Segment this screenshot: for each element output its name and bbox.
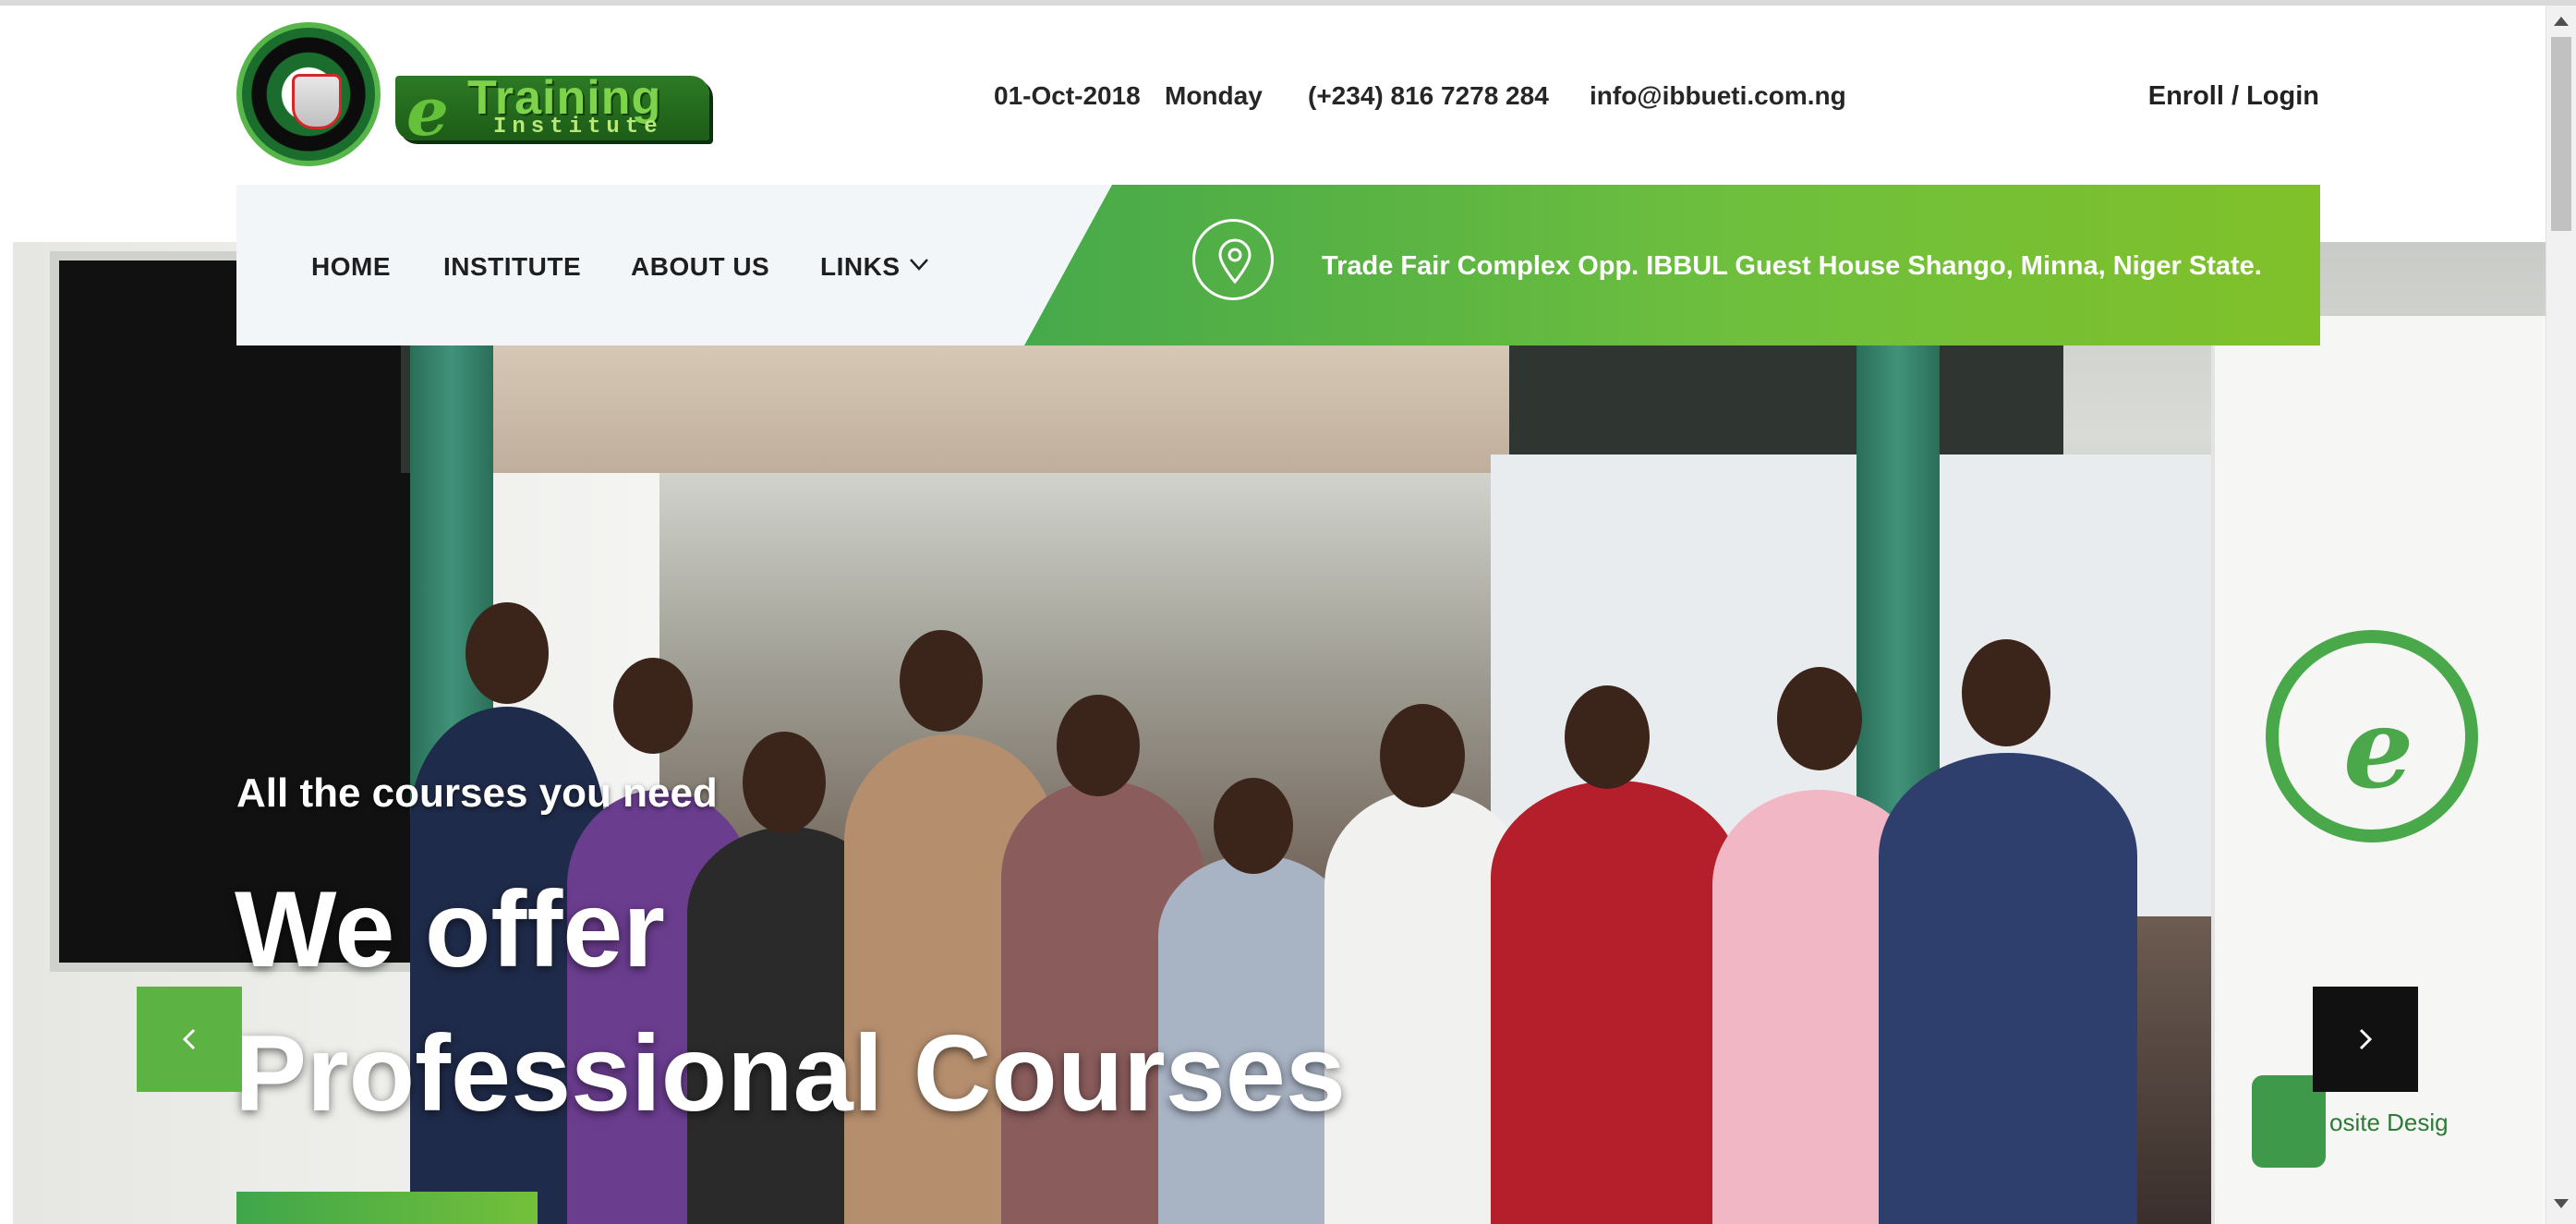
map-pin-icon	[1192, 219, 1274, 300]
person-head	[743, 732, 826, 833]
university-seal	[236, 22, 381, 166]
slider-next-button[interactable]	[2313, 987, 2418, 1092]
person-head	[613, 658, 693, 754]
hero-ceiling	[493, 344, 1509, 473]
banner-e-glyph: e	[2343, 684, 2414, 814]
nav-about-us[interactable]: ABOUT US	[631, 252, 769, 282]
enroll-login-link[interactable]: Enroll / Login	[2148, 81, 2319, 112]
chevron-left-icon	[182, 1028, 196, 1050]
chevron-right-icon	[2359, 1028, 2373, 1050]
hero-cta-button[interactable]	[236, 1192, 538, 1224]
main-navigation: HOME INSTITUTE ABOUT US LINKS Trade Fair…	[236, 185, 2320, 345]
person-head	[466, 602, 549, 704]
slider-prev-button[interactable]	[137, 987, 242, 1092]
header-phone[interactable]: (+234) 816 7278 284	[1308, 81, 1549, 111]
scroll-thumb[interactable]	[2551, 37, 2571, 231]
hero-title-line1: We offer	[235, 868, 665, 989]
chevron-down-icon[interactable]	[906, 251, 932, 277]
person-head	[1777, 667, 1862, 770]
browser-top-border	[0, 0, 2576, 6]
person	[1879, 753, 2137, 1224]
banner-text: osite Desig	[2329, 1109, 2449, 1136]
person-head	[1057, 695, 1140, 796]
banner-logo-ring: e	[2266, 630, 2478, 842]
nav-home[interactable]: HOME	[311, 252, 391, 282]
person	[1491, 781, 1740, 1224]
nav-institute[interactable]: INSTITUTE	[443, 252, 581, 282]
page-scrollbar[interactable]	[2546, 6, 2576, 1224]
address-text: Trade Fair Complex Opp. IBBUL Guest Hous…	[1322, 251, 2262, 281]
logo-wordmark: e Training Institute	[395, 71, 709, 151]
person-head	[1565, 685, 1650, 789]
seal-shield-icon	[292, 74, 342, 129]
person-head	[1962, 639, 2050, 746]
logo-subword: Institute	[493, 115, 663, 139]
scroll-down-arrow-icon[interactable]	[2554, 1199, 2569, 1208]
person-head	[900, 630, 983, 732]
header-email[interactable]: info@ibbueti.com.ng	[1590, 81, 1846, 111]
header-date: 01-Oct-2018	[994, 81, 1141, 110]
person-head	[1380, 704, 1465, 807]
site-logo[interactable]: e Training Institute	[236, 22, 717, 170]
header-day: Monday	[1165, 81, 1263, 110]
nav-links[interactable]: LINKS	[820, 252, 901, 282]
hero-title-line2: Professional Courses	[235, 1012, 1346, 1133]
scroll-up-arrow-icon[interactable]	[2554, 17, 2569, 26]
logo-e-glyph: e	[406, 72, 449, 151]
hero-title: We offer Professional Courses	[235, 857, 1346, 1145]
hero-subtitle: All the courses you need	[236, 770, 718, 816]
